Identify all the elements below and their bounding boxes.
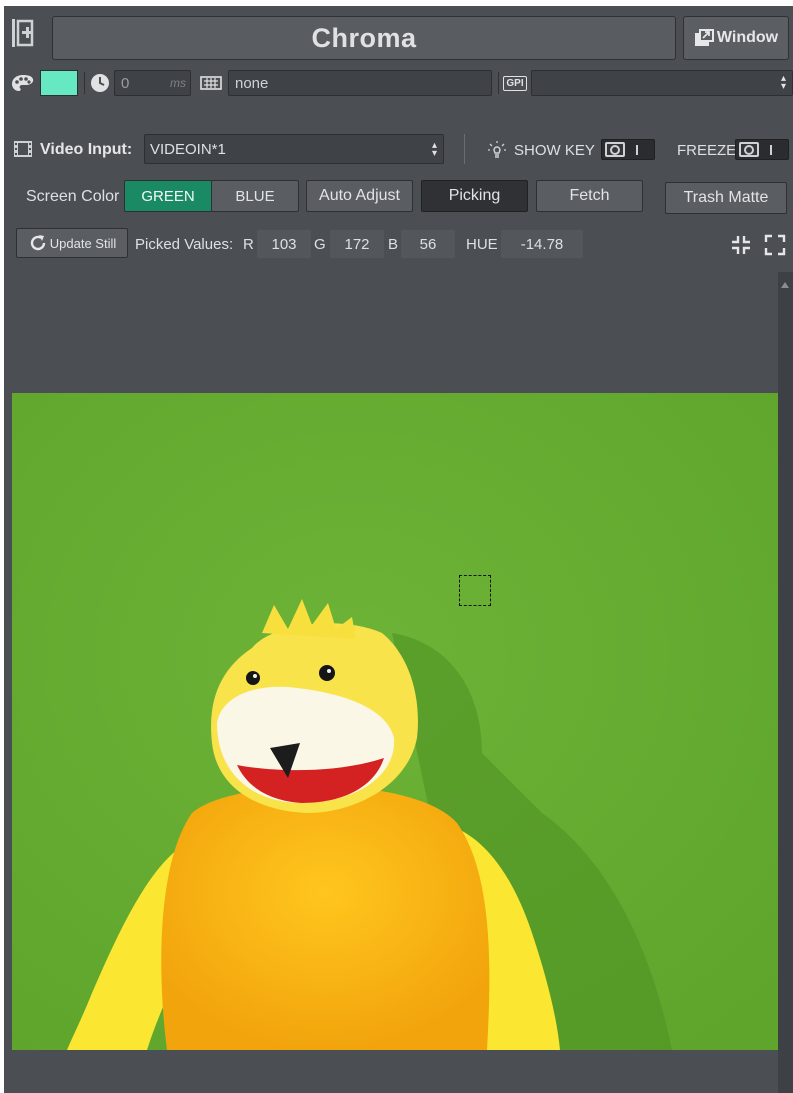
panel-title: Chroma (311, 22, 417, 53)
video-preview[interactable] (12, 393, 778, 1050)
video-input-row: Video Input: VIDEOIN*1 ▴ ▾ SHOW KEY FREEZ… (4, 132, 793, 166)
keyboard-icon (199, 73, 223, 93)
refresh-icon (30, 235, 45, 251)
panel-title-bar: Chroma (52, 16, 676, 60)
gpi-icon: GPI (503, 72, 527, 94)
picked-values-label: Picked Values: (135, 236, 234, 253)
show-key-label: SHOW KEY (514, 142, 595, 159)
b-value: 56 (401, 230, 455, 258)
delay-unit: ms (170, 76, 186, 90)
screen-color-green-option[interactable]: GREEN (124, 180, 212, 212)
divider (464, 134, 465, 164)
hue-label: HUE (466, 236, 498, 253)
dock-add-icon[interactable] (10, 18, 40, 48)
update-still-button[interactable]: Update Still (16, 228, 128, 258)
freeze-label: FREEZE (677, 142, 737, 159)
show-key-toggle[interactable] (601, 139, 655, 160)
film-icon (12, 140, 34, 158)
picked-values-row: Update Still Picked Values: R 103 G 172 … (4, 228, 793, 260)
vertical-scrollbar[interactable] (778, 272, 793, 1093)
select-arrows-icon: ▴ ▾ (431, 140, 437, 159)
scroll-up-arrow-icon[interactable] (781, 282, 789, 288)
window-popout-icon (694, 29, 714, 46)
trash-matte-button[interactable]: Trash Matte (665, 182, 787, 214)
freeze-toggle[interactable] (735, 139, 789, 160)
picking-button[interactable]: Picking (421, 180, 528, 212)
fetch-button[interactable]: Fetch (536, 180, 643, 212)
puppet-image (12, 393, 778, 1050)
pattern-value: none (235, 74, 269, 92)
window-button[interactable]: Window (683, 16, 789, 60)
divider (84, 72, 85, 94)
toolbar-row: 0 ms none GPI ▴ ▾ (4, 68, 793, 98)
clock-icon (89, 72, 111, 94)
expand-icon[interactable] (762, 232, 788, 258)
video-input-value: VIDEOIN*1 (150, 140, 226, 158)
r-label: R (243, 236, 254, 253)
screen-color-row: Screen Color GREEN BLUE Auto Adjust Pick… (4, 180, 793, 214)
gpi-select[interactable]: ▴ ▾ (531, 70, 793, 96)
select-arrows-icon: ▴ ▾ (780, 73, 786, 92)
delay-input[interactable]: 0 ms (114, 70, 191, 96)
bulb-icon (486, 140, 508, 160)
gpi-badge: GPI (503, 75, 527, 91)
pick-selection-box[interactable] (459, 575, 491, 606)
window-button-label: Window (716, 29, 779, 46)
auto-adjust-button[interactable]: Auto Adjust (306, 180, 413, 212)
pattern-field[interactable]: none (228, 70, 492, 96)
screen-color-label: Screen Color (26, 188, 120, 205)
video-input-label: Video Input: (40, 141, 133, 158)
divider (498, 72, 499, 94)
r-value: 103 (257, 230, 311, 258)
delay-value: 0 (121, 74, 130, 92)
chroma-panel: Chroma Window 0 ms none GPI ▴ ▾ Video In… (4, 6, 793, 1093)
key-color-swatch[interactable] (40, 70, 78, 96)
collapse-icon[interactable] (728, 232, 754, 258)
hue-value: -14.78 (501, 230, 583, 258)
palette-icon[interactable] (10, 71, 36, 95)
g-label: G (314, 236, 326, 253)
screen-color-blue-option[interactable]: BLUE (211, 180, 299, 212)
g-value: 172 (330, 230, 384, 258)
video-input-select[interactable]: VIDEOIN*1 ▴ ▾ (144, 134, 444, 164)
b-label: B (388, 236, 399, 253)
update-still-label: Update Still (49, 235, 117, 251)
